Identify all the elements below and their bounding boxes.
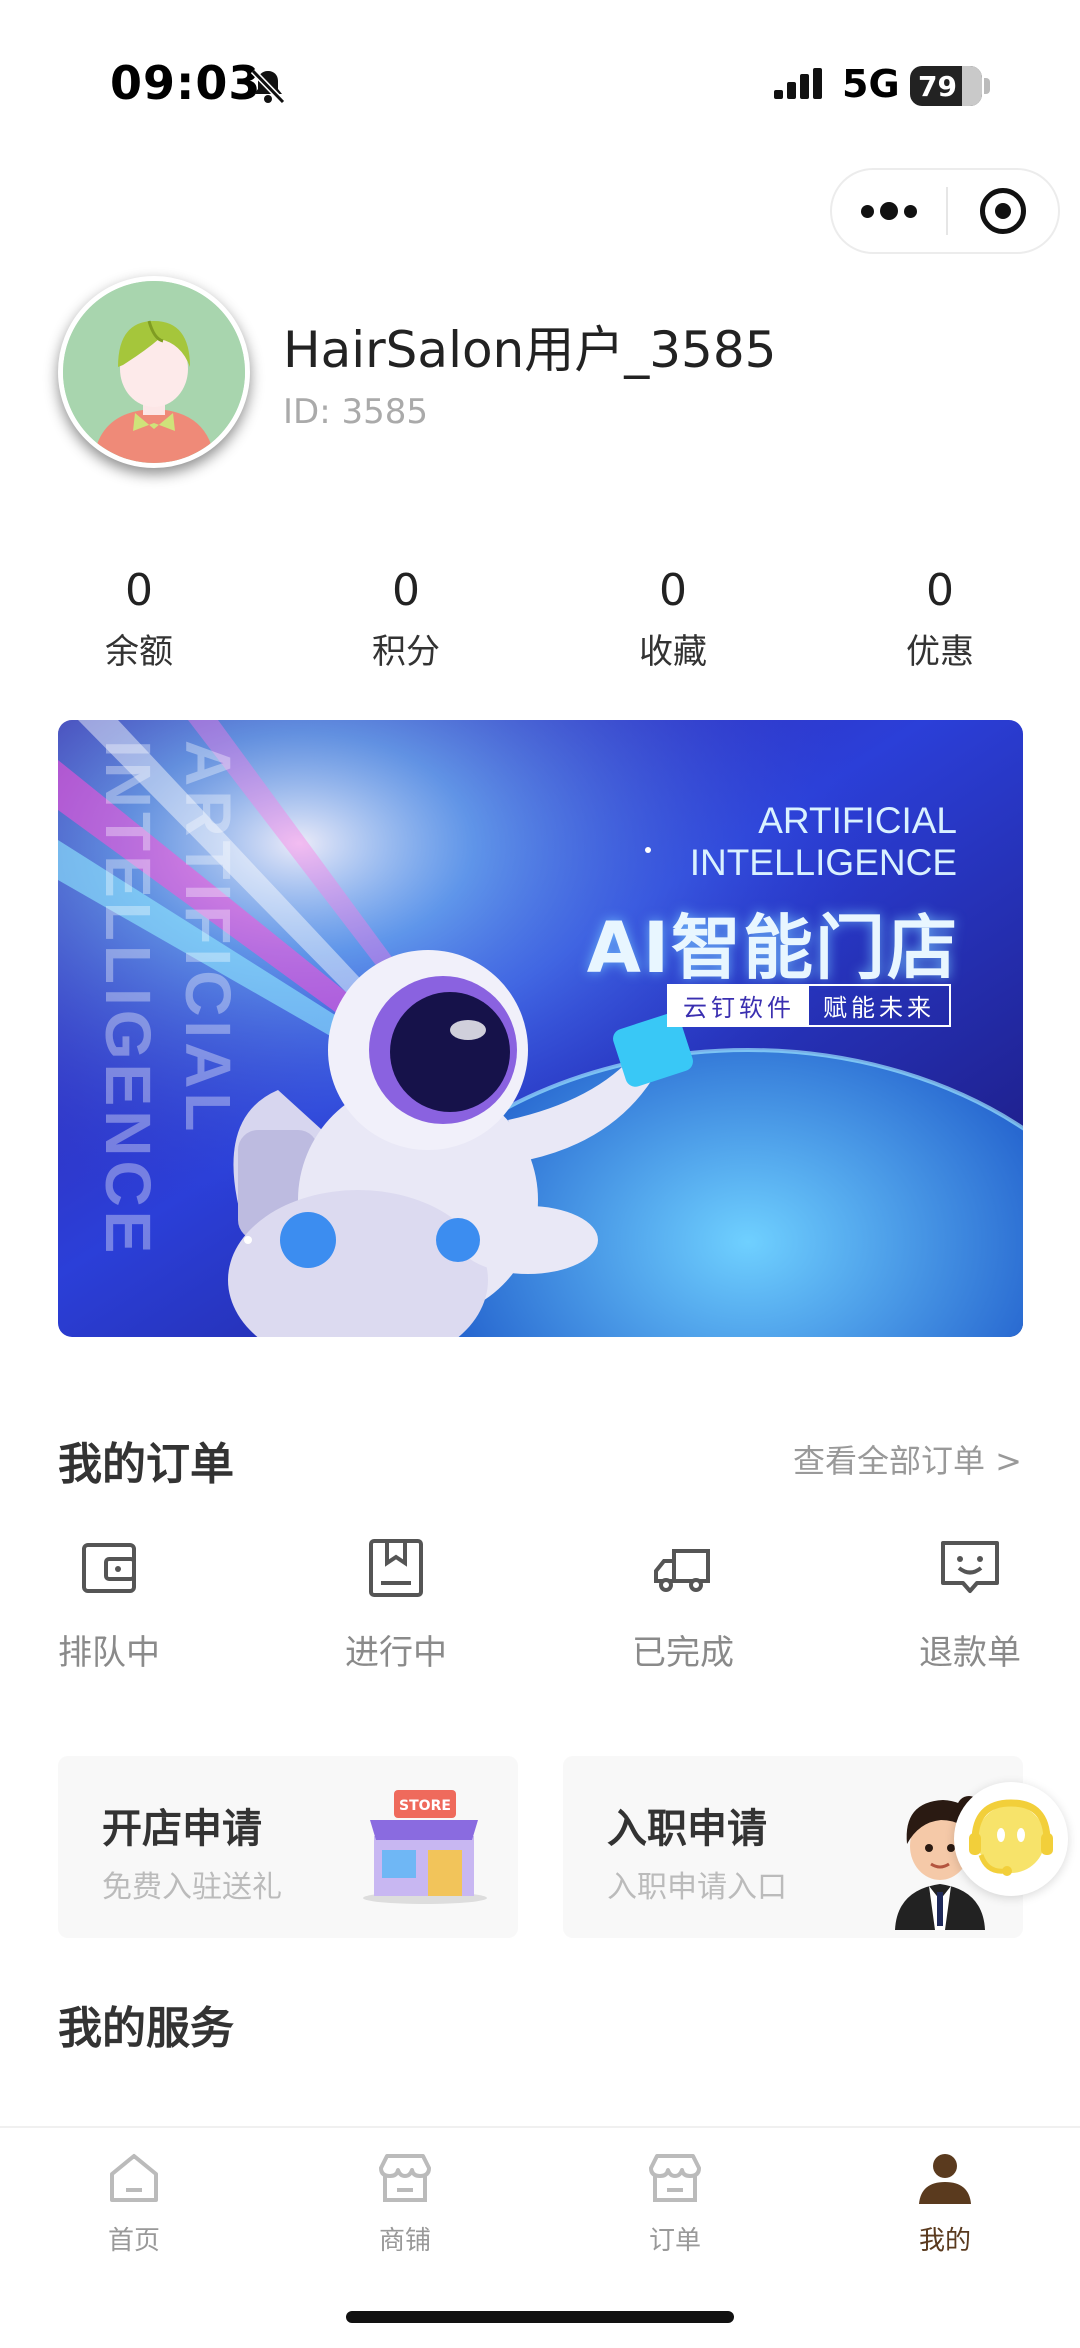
card-title: 入职申请 [607,1806,767,1852]
banner-title: AI智能门店 [586,907,959,989]
tab-orders[interactable]: 订单 [610,2148,740,2257]
shop-icon [379,2154,431,2202]
banner-line-2: INTELLIGENCE [689,842,957,883]
stat-label: 优惠 [906,632,974,672]
order-completed[interactable]: 已完成 [608,1535,758,1674]
order-label: 进行中 [345,1633,447,1673]
stat-label: 收藏 [639,632,707,672]
status-time: 09:03 [110,56,262,110]
banner-subtitle: ARTIFICIAL INTELLIGENCE [690,800,957,884]
signal-icon [774,68,822,99]
home-icon [110,2154,158,2202]
battery-cap [984,78,990,94]
close-target-icon[interactable] [948,188,1058,234]
tab-shop[interactable]: 商铺 [340,2148,470,2257]
stat-label: 积分 [372,632,440,672]
stat-value: 0 [659,565,687,616]
status-bar: 09:03 5G 79 [0,0,1080,150]
banner-vertical-text: ARTIFICIAL INTELLIGENCE [92,740,244,1258]
open-store-card[interactable]: 开店申请 免费入驻送礼 STORE [58,1756,518,1938]
stat-value: 0 [392,565,420,616]
stat-label: 余额 [105,632,173,672]
battery-level: 79 [918,69,957,103]
services-title: 我的服务 [58,2003,234,2054]
miniprogram-capsule [830,168,1060,254]
banner-tag-2: 赋能未来 [823,994,935,1022]
tab-label: 订单 [648,2226,701,2256]
tab-label: 商铺 [378,2226,431,2256]
user-id: ID: 3585 [283,392,428,432]
wallet-icon [82,1543,136,1593]
stat-coupons[interactable]: 0 优惠 [860,565,1020,673]
order-label: 退款单 [919,1633,1021,1673]
headset-smile-icon [969,1799,1053,1876]
view-all-orders-link[interactable]: 查看全部订单 > [793,1436,1022,1482]
order-label: 排队中 [58,1633,160,1673]
order-in-progress[interactable]: 进行中 [321,1535,471,1674]
tab-label: 首页 [107,2226,160,2256]
avatar[interactable] [58,276,250,468]
order-label: 已完成 [632,1633,734,1673]
tab-label: 我的 [918,2226,971,2256]
tab-home[interactable]: 首页 [69,2148,199,2257]
stat-points[interactable]: 0 积分 [326,565,486,673]
customer-service-button[interactable] [954,1782,1068,1896]
stat-value: 0 [926,565,954,616]
card-subtitle: 免费入驻送礼 [102,1870,282,1905]
home-indicator [346,2311,734,2323]
banner-tag-1: 云钉软件 [669,986,809,1025]
tab-mine[interactable]: 我的 [880,2148,1010,2257]
stat-favorites[interactable]: 0 收藏 [593,565,753,673]
card-title: 开店申请 [102,1806,262,1852]
stats-row: 0 余额 0 积分 0 收藏 0 优惠 [0,565,1080,675]
network-label: 5G [842,62,900,106]
order-refund[interactable]: 退款单 [895,1535,1045,1674]
smile-message-icon [941,1541,999,1593]
username: HairSalon用户_3585 [283,321,777,379]
card-subtitle: 入职申请入口 [607,1870,787,1905]
orders-title: 我的订单 [58,1439,234,1490]
more-icon[interactable] [832,202,946,220]
stat-value: 0 [125,565,153,616]
promo-banner[interactable]: ARTIFICIAL INTELLIGENCE ARTIFICIAL INTEL… [58,720,1023,1337]
store-sign: STORE [399,1798,451,1814]
bookmark-box-icon [369,1539,423,1597]
person-icon [919,2154,971,2204]
banner-line-1: ARTIFICIAL [758,800,957,841]
order-queue[interactable]: 排队中 [34,1535,184,1674]
store-icon: STORE [363,1790,487,1904]
order-icon [649,2154,701,2202]
battery-icon: 79 [910,66,982,106]
stat-balance[interactable]: 0 余额 [59,565,219,673]
truck-icon [654,1549,710,1592]
banner-tags: 云钉软件 赋能未来 [667,984,951,1027]
bell-muted-icon [250,68,286,105]
